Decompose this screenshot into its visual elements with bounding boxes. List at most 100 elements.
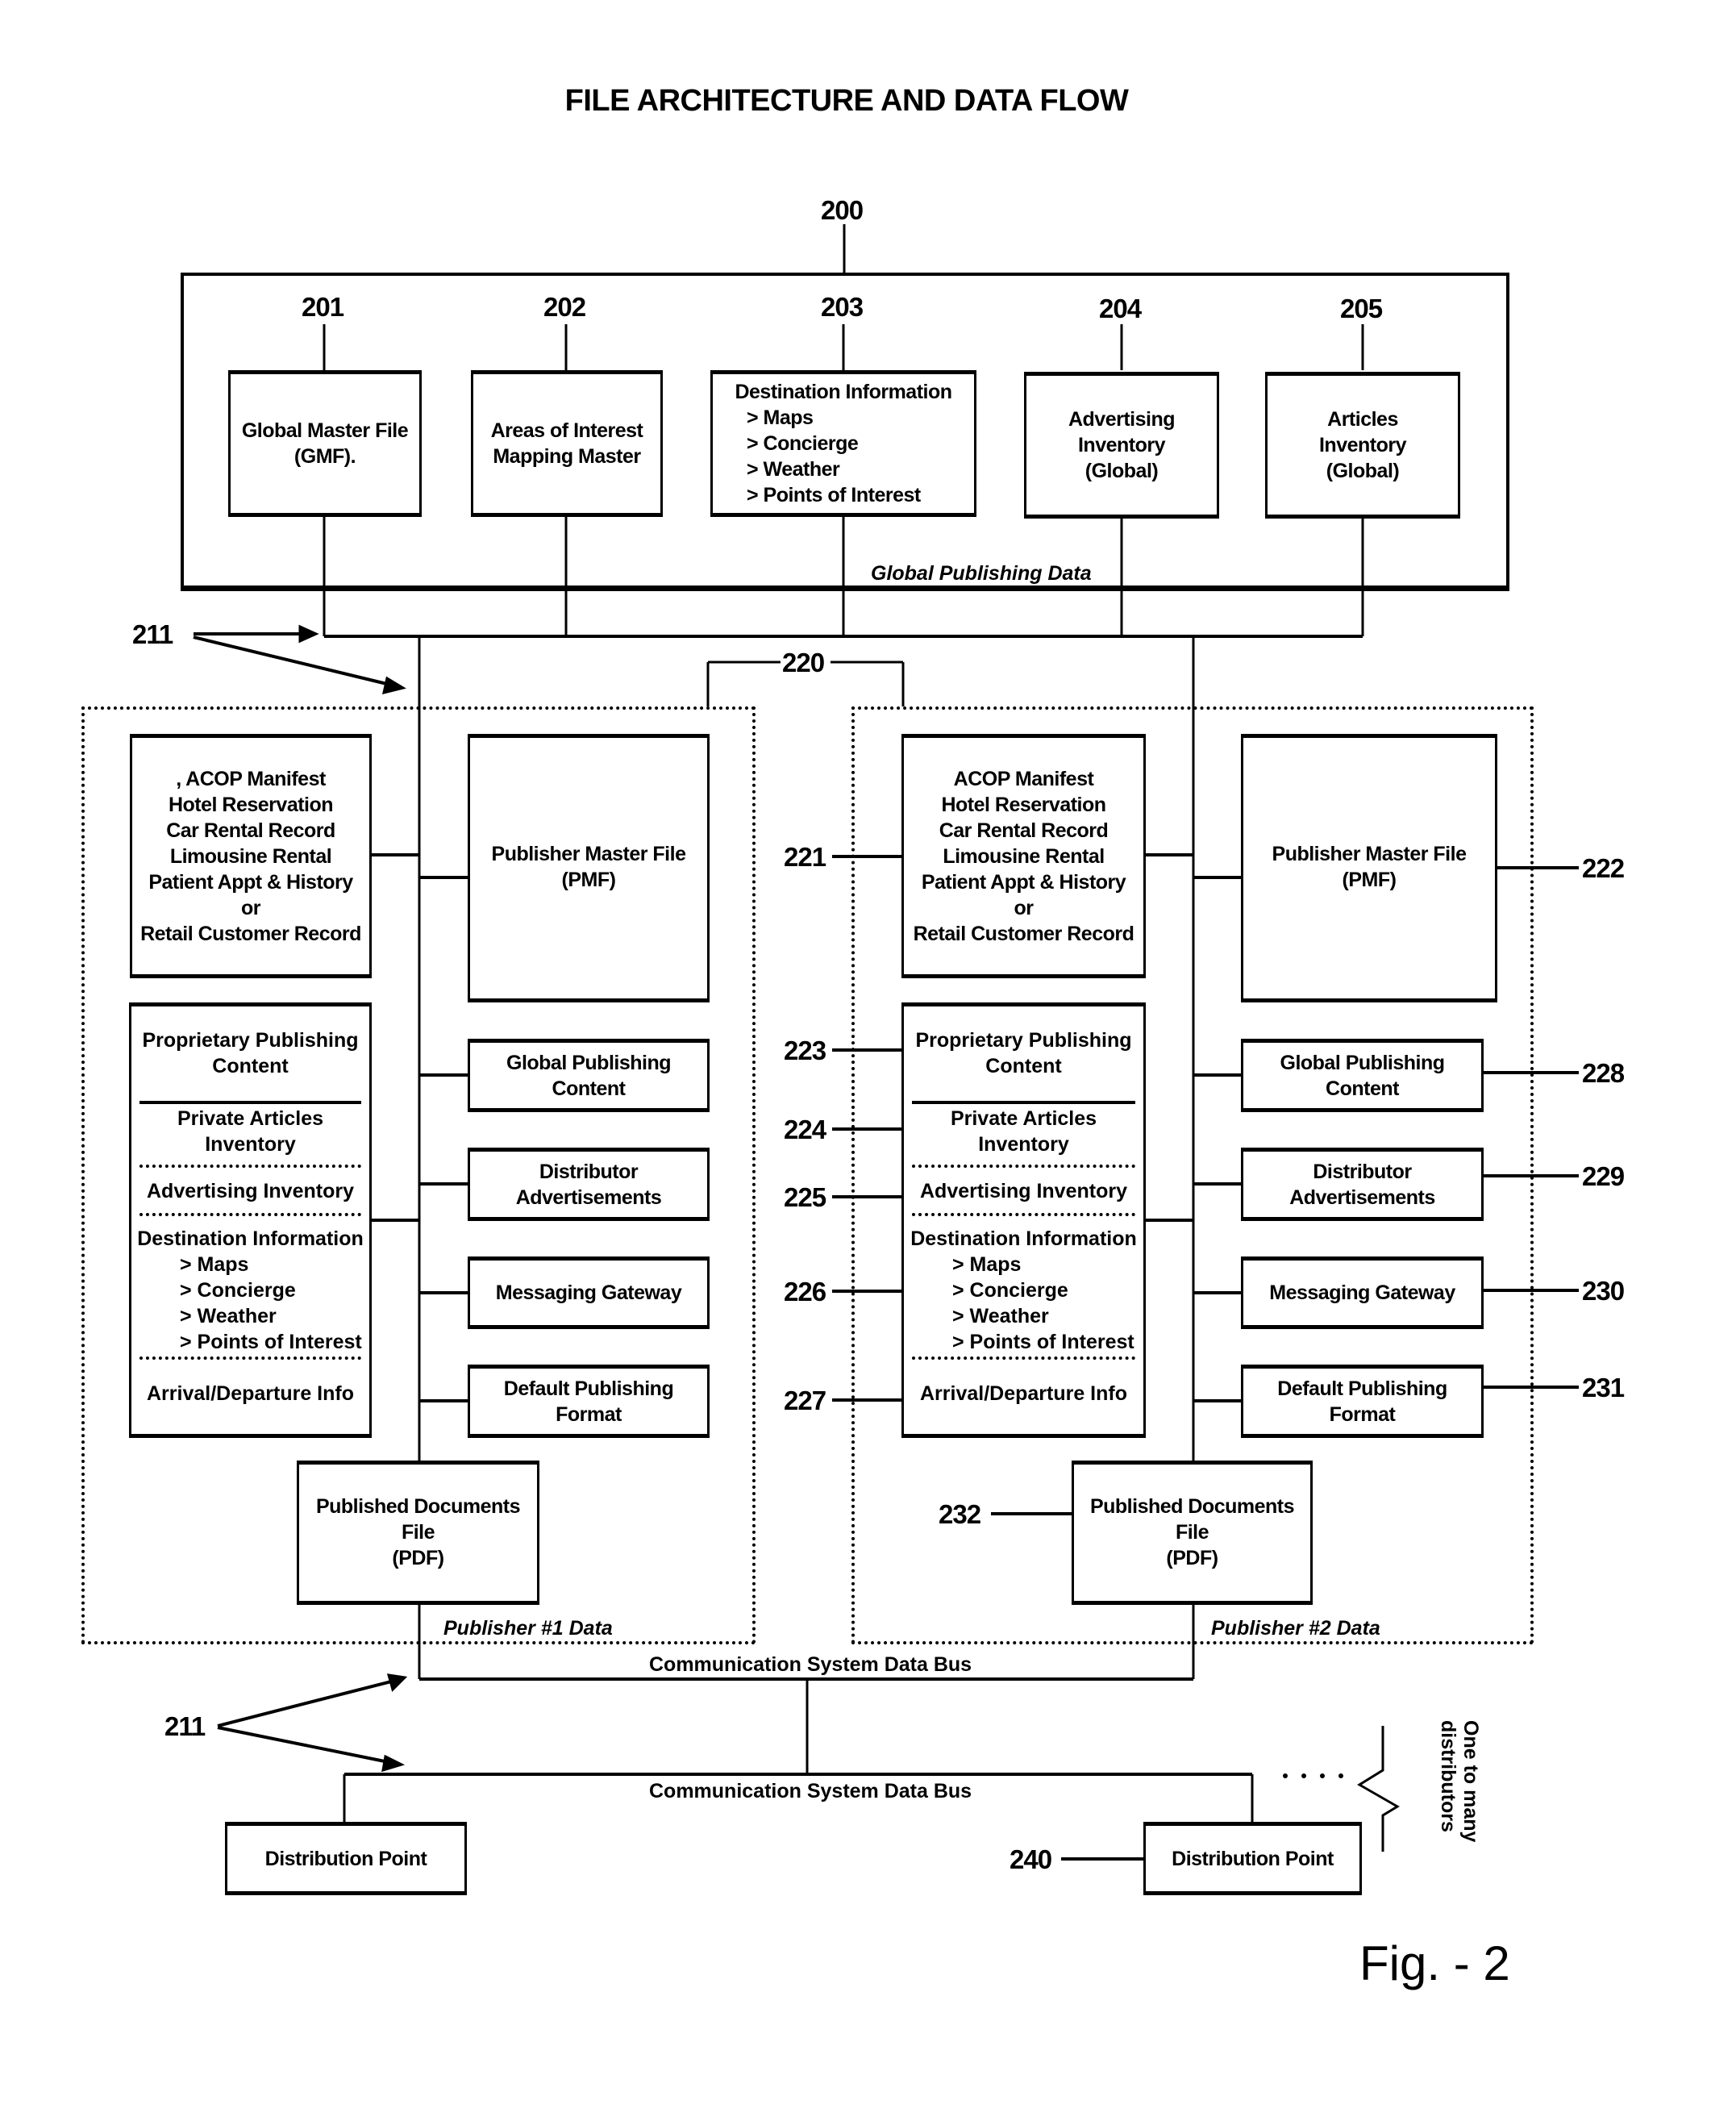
publisher-1-pmf-box[interactable]: Publisher Master File (PMF) bbox=[468, 734, 710, 1002]
box-line: Format bbox=[556, 1402, 622, 1426]
ref-240: 240 bbox=[1010, 1844, 1052, 1874]
arrival-departure-info[interactable]: Arrival/Departure Info bbox=[131, 1381, 369, 1406]
box-line: Mapping Master bbox=[493, 445, 641, 468]
distribution-point-box-2[interactable]: Distribution Point bbox=[1143, 1822, 1362, 1895]
box-line: Default Publishing bbox=[503, 1377, 674, 1400]
proprietary-publishing-content[interactable]: Proprietary Publishing Content bbox=[904, 1027, 1143, 1079]
ref-231: 231 bbox=[1582, 1373, 1625, 1402]
box-line: Content bbox=[212, 1055, 289, 1077]
box-line: , ACOP Manifest bbox=[176, 766, 326, 792]
ref-224: 224 bbox=[784, 1115, 826, 1144]
box-line: Advertisements bbox=[515, 1186, 662, 1209]
publisher-2-distributor-advertisements-box[interactable]: Distributor Advertisements bbox=[1241, 1148, 1484, 1221]
ref-203: 203 bbox=[821, 292, 864, 322]
record-item: Hotel Reservation bbox=[941, 793, 1106, 816]
publisher-2-published-documents-file-box[interactable]: Published Documents File (PDF) bbox=[1072, 1461, 1313, 1605]
list-item: > Weather bbox=[952, 1305, 1049, 1327]
box-line: Advertising bbox=[1068, 408, 1176, 431]
box-line: Inventory bbox=[1077, 434, 1166, 456]
ref-227: 227 bbox=[784, 1386, 826, 1415]
box-heading: Destination Information bbox=[735, 381, 952, 403]
ref-200: 200 bbox=[821, 195, 864, 225]
box-line: (PDF) bbox=[392, 1547, 444, 1569]
box-line: Global Master File bbox=[241, 419, 409, 442]
ref-223: 223 bbox=[784, 1036, 826, 1065]
publisher-1-records-box[interactable]: , ACOP Manifest Hotel Reservation Car Re… bbox=[130, 734, 372, 978]
publisher-2-pmf-box[interactable]: Publisher Master File (PMF) bbox=[1241, 734, 1497, 1002]
proprietary-publishing-content[interactable]: Proprietary Publishing Content bbox=[131, 1027, 369, 1079]
list-item: > Weather bbox=[180, 1305, 277, 1327]
box-line: Published Documents bbox=[315, 1495, 521, 1518]
global-publishing-data-label: Global Publishing Data bbox=[871, 562, 1092, 585]
global-master-file-box[interactable]: Global Master File (GMF). bbox=[228, 370, 422, 517]
ref-205: 205 bbox=[1340, 294, 1383, 323]
advertising-inventory[interactable]: Advertising Inventory bbox=[131, 1178, 369, 1204]
box-line: Distributor bbox=[539, 1160, 639, 1183]
publisher-2-label: Publisher #2 Data bbox=[1211, 1617, 1380, 1640]
box-line: (Global) bbox=[1084, 460, 1159, 482]
destination-information[interactable]: Destination Information > Maps > Concier… bbox=[904, 1226, 1143, 1355]
box-line: (PDF) bbox=[1166, 1547, 1218, 1569]
record-item: Retail Customer Record bbox=[140, 922, 361, 945]
distribution-point-box-1[interactable]: Distribution Point bbox=[225, 1822, 467, 1895]
box-line: Published Documents bbox=[1089, 1495, 1295, 1518]
stray-mark: , bbox=[176, 767, 181, 790]
arrival-departure-info[interactable]: Arrival/Departure Info bbox=[904, 1381, 1143, 1406]
box-line: Distributor bbox=[1313, 1160, 1412, 1183]
publisher-1-global-publishing-content-box[interactable]: Global Publishing Content bbox=[468, 1039, 710, 1112]
box-line: Distribution Point bbox=[264, 1847, 427, 1870]
ref-228: 228 bbox=[1582, 1058, 1625, 1088]
destination-information-box[interactable]: Destination Information > Maps > Concier… bbox=[710, 370, 976, 517]
ref-202: 202 bbox=[543, 292, 586, 322]
list-item: > Concierge bbox=[180, 1279, 296, 1302]
publisher-2-global-publishing-content-box[interactable]: Global Publishing Content bbox=[1241, 1039, 1484, 1112]
box-line: Content bbox=[552, 1077, 626, 1100]
list-item: > Maps bbox=[180, 1253, 249, 1276]
areas-of-interest-mapping-master-box[interactable]: Areas of Interest Mapping Master bbox=[471, 370, 663, 517]
record-item: or bbox=[241, 896, 261, 919]
publisher-2-records-box[interactable]: ACOP Manifest Hotel Reservation Car Rent… bbox=[901, 734, 1146, 978]
advertising-inventory-global-box[interactable]: Advertising Inventory (Global) bbox=[1024, 372, 1219, 519]
box-line: Inventory bbox=[205, 1133, 296, 1156]
articles-inventory-global-box[interactable]: Articles Inventory (Global) bbox=[1265, 372, 1460, 519]
ref-221: 221 bbox=[784, 842, 826, 872]
box-line: File bbox=[1175, 1521, 1209, 1544]
box-line: (PMF) bbox=[1342, 869, 1397, 891]
private-articles-inventory[interactable]: Private Articles Inventory bbox=[131, 1106, 369, 1157]
publisher-1-distributor-advertisements-box[interactable]: Distributor Advertisements bbox=[468, 1148, 710, 1221]
box-line: Proprietary Publishing bbox=[915, 1029, 1132, 1052]
record-item: or bbox=[1014, 896, 1035, 919]
list-item: > Weather bbox=[747, 458, 840, 481]
ref-226: 226 bbox=[784, 1277, 826, 1306]
box-heading: Destination Information bbox=[137, 1227, 364, 1250]
box-line: Distribution Point bbox=[1172, 1847, 1334, 1870]
divider bbox=[139, 1165, 361, 1168]
box-line: Default Publishing bbox=[1277, 1377, 1447, 1400]
list-item: > Points of Interest bbox=[747, 484, 921, 506]
record-item: Limousine Rental bbox=[169, 844, 332, 868]
publisher-2-messaging-gateway-box[interactable]: Messaging Gateway bbox=[1241, 1256, 1484, 1329]
divider bbox=[139, 1356, 361, 1360]
destination-information[interactable]: Destination Information > Maps > Concier… bbox=[131, 1226, 369, 1355]
list-item: > Maps bbox=[747, 406, 814, 429]
record-item: Limousine Rental bbox=[943, 844, 1105, 868]
private-articles-inventory[interactable]: Private Articles Inventory bbox=[904, 1106, 1143, 1157]
box-line: Format bbox=[1329, 1402, 1396, 1426]
record-item: Car Rental Record bbox=[939, 819, 1109, 842]
publisher-1-published-documents-file-box[interactable]: Published Documents File (PDF) bbox=[297, 1461, 539, 1605]
box-line: Areas of Interest bbox=[490, 419, 643, 442]
publisher-1-messaging-gateway-box[interactable]: Messaging Gateway bbox=[468, 1256, 710, 1329]
ref-201: 201 bbox=[302, 292, 344, 322]
publisher-1-default-publishing-format-box[interactable]: Default Publishing Format bbox=[468, 1365, 710, 1438]
publisher-2-default-publishing-format-box[interactable]: Default Publishing Format bbox=[1241, 1365, 1484, 1438]
ref-232: 232 bbox=[939, 1499, 981, 1529]
ref-211-lower: 211 bbox=[164, 1711, 206, 1741]
ref-230: 230 bbox=[1582, 1276, 1625, 1306]
box-line: Articles bbox=[1327, 408, 1398, 431]
label-line: distributors bbox=[1437, 1720, 1459, 1832]
record-item: Patient Appt & History bbox=[921, 870, 1126, 894]
box-line: Publisher Master File bbox=[1272, 843, 1467, 865]
advertising-inventory[interactable]: Advertising Inventory bbox=[904, 1178, 1143, 1204]
box-line: Inventory bbox=[978, 1133, 1069, 1156]
list-item: > Maps bbox=[952, 1253, 1022, 1276]
